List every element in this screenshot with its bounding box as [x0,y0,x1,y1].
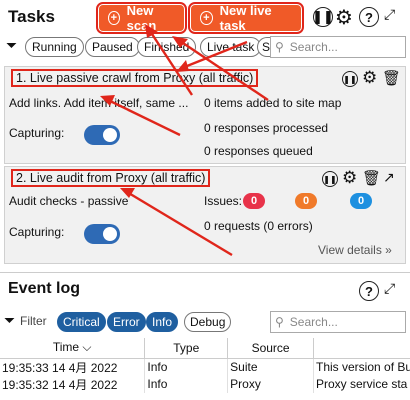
cell-source: Suite [227,358,314,376]
column-header-type[interactable]: Type [144,338,229,359]
expand-icon[interactable]: ⤢ [384,6,395,23]
event-log-title: Event log [8,280,81,297]
issues-high-badge[interactable]: 0 [243,193,265,209]
filter-error[interactable]: Error [107,312,146,332]
splitter-handle[interactable]: ... [199,265,207,275]
trash-icon[interactable]: 🗑 [382,69,401,87]
search-icon: ⚲ [275,40,284,54]
search-placeholder: Search... [289,40,338,54]
pause-icon[interactable]: ❚❚ [342,71,358,87]
requests-stat: 0 requests (0 errors) [204,219,313,233]
new-live-task-label: New live task [219,3,272,33]
cell-source: Proxy [227,375,314,393]
settings-gear-icon[interactable]: ⚙ [342,168,357,188]
capturing-toggle[interactable] [84,224,120,244]
view-details-link[interactable]: View details » [318,243,392,257]
issues-label: Issues: [204,194,243,208]
plus-icon: + [108,11,120,25]
search-placeholder: Search... [289,315,338,329]
issues-medium-badge[interactable]: 0 [295,193,317,209]
expand-icon[interactable]: ⤢ [384,280,395,297]
capturing-label: Capturing: [9,126,65,140]
filter-label: Filter [20,314,47,328]
event-log-search-input[interactable]: ⚲ Search... [270,311,406,333]
column-header-source[interactable]: Source [227,338,314,359]
cell-type: Info [144,375,229,393]
help-icon[interactable]: ? [359,7,379,27]
pause-icon[interactable]: ❚❚ [322,171,338,187]
task-stat: 0 items added to site map [204,96,342,110]
open-external-icon[interactable]: ↗ [383,169,395,186]
table-row[interactable]: 19:35:33 14 4月 2022 Info Suite This vers… [0,358,410,376]
task-title[interactable]: 1. Live passive crawl from Proxy (all tr… [11,69,259,87]
cell-message: This version of Bu [313,358,410,376]
column-header-message[interactable] [313,338,410,359]
filter-paused[interactable]: Paused [85,37,140,57]
cell-time: 19:35:33 14 4月 2022 [0,358,146,376]
table-header-row: Time ⌵ Type Source [0,338,410,359]
trash-icon[interactable]: 🗑 [362,169,381,187]
task-stat: 0 responses queued [204,144,313,158]
task-stat: 0 responses processed [204,121,329,135]
capturing-toggle[interactable] [84,125,120,145]
page-title: Tasks [8,7,55,26]
new-scan-button[interactable]: + New scan [96,2,187,34]
task-description: Audit checks - passive [9,194,129,208]
plus-icon: + [200,11,213,25]
filter-live-task[interactable]: Live task [200,37,262,57]
cell-message: Proxy service sta [313,375,410,393]
filter-info[interactable]: Info [146,312,179,332]
filter-finished[interactable]: Finished [137,37,197,57]
issues-low-badge[interactable]: 0 [350,193,372,209]
capturing-label: Capturing: [9,225,65,239]
cell-time: 19:35:32 14 4月 2022 [0,375,146,393]
filter-running[interactable]: Running [25,37,84,57]
filter-icon[interactable]: ⏷ [6,37,17,54]
search-icon: ⚲ [275,315,284,329]
task-card[interactable]: 1. Live passive crawl from Proxy (all tr… [4,66,406,164]
new-scan-label: New scan [126,3,157,33]
column-header-time[interactable]: Time ⌵ [0,338,146,359]
divider [0,272,410,273]
table-row[interactable]: 19:35:32 14 4月 2022 Info Proxy Proxy ser… [0,375,410,393]
pause-icon[interactable]: ❚❚ [312,7,334,27]
task-title[interactable]: 2. Live audit from Proxy (all traffic) [11,169,211,187]
task-card[interactable]: 2. Live audit from Proxy (all traffic) ❚… [4,166,406,264]
tasks-header: Tasks + New scan + New live task ❚❚ ⚙ ? … [0,0,410,36]
task-description: Add links. Add item itself, same ... [9,96,189,110]
filter-critical[interactable]: Critical [57,312,106,332]
filter-debug[interactable]: Debug [184,312,232,332]
task-filter-bar: ⏷ Running Paused Finished Live task S ⚲ … [0,36,410,58]
task-search-input[interactable]: ⚲ Search... [270,36,406,58]
cell-type: Info [144,358,229,376]
settings-gear-icon[interactable]: ⚙ [335,5,353,30]
settings-gear-icon[interactable]: ⚙ [362,68,377,88]
help-icon[interactable]: ? [359,281,379,301]
event-log-table: Time ⌵ Type Source 19:35:33 14 4月 2022 I… [0,338,410,400]
filter-icon[interactable]: ⏷ [4,312,15,329]
new-live-task-button[interactable]: + New live task [188,2,304,34]
